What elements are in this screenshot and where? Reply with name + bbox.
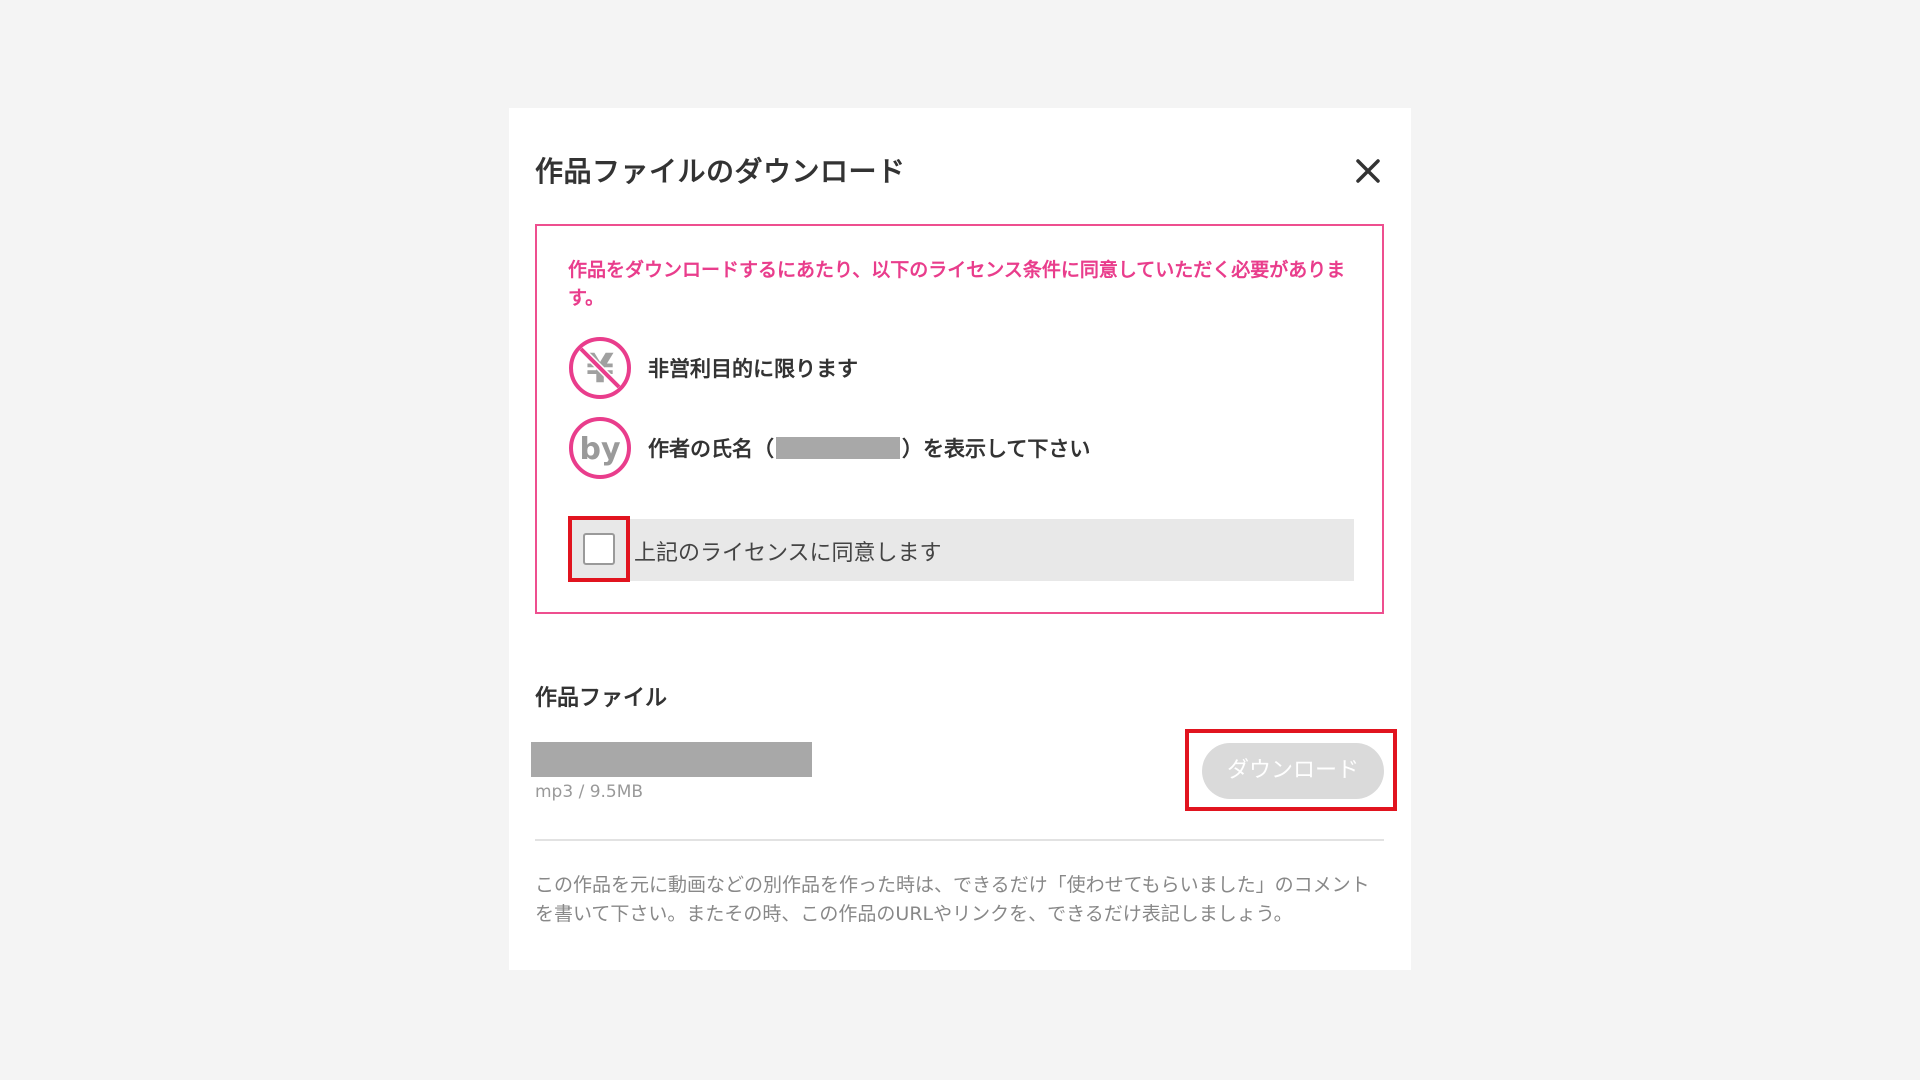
file-name-redacted — [531, 742, 812, 777]
footer-note: この作品を元に動画などの別作品を作った時は、できるだけ「使わせてもらいました」の… — [535, 874, 1370, 925]
attribution-by-icon: by — [569, 417, 631, 479]
download-button[interactable]: ダウンロード — [1202, 743, 1384, 799]
divider — [535, 839, 1384, 841]
author-name-redacted — [776, 437, 900, 459]
files-heading: 作品ファイル — [535, 686, 668, 711]
license-box: 作品をダウンロードするにあたり、以下のライセンス条件に同意していただく必要があり… — [535, 224, 1384, 614]
non-commercial-yen-icon: ¥ — [569, 337, 631, 399]
term-attribution-after: ）を表示して下さい — [902, 437, 1091, 461]
term-attribution-before: 作者の氏名（ — [648, 437, 774, 461]
license-term-non-commercial: ¥ 非営利目的に限ります — [568, 336, 858, 400]
agree-row[interactable]: 上記のライセンスに同意します — [568, 516, 1354, 582]
term-non-commercial-text: 非営利目的に限ります — [648, 357, 858, 381]
dialog-title: 作品ファイルのダウンロード — [535, 155, 906, 188]
file-meta: mp3 / 9.5MB — [535, 782, 644, 802]
close-icon — [1356, 159, 1380, 183]
download-button-highlight: ダウンロード — [1185, 729, 1397, 811]
term-attribution-text: 作者の氏名（ ）を表示して下さい — [648, 433, 1090, 463]
agree-checkbox[interactable] — [583, 533, 615, 565]
agree-label[interactable]: 上記のライセンスに同意します — [634, 535, 942, 567]
close-button[interactable] — [1348, 151, 1388, 191]
license-term-attribution: by 作者の氏名（ ）を表示して下さい — [568, 416, 1090, 480]
license-notice: 作品をダウンロードするにあたり、以下のライセンス条件に同意していただく必要があり… — [568, 259, 1346, 309]
svg-text:by: by — [579, 432, 620, 467]
download-dialog: 作品ファイルのダウンロード 作品をダウンロードするにあたり、以下のライセンス条件… — [509, 108, 1411, 970]
